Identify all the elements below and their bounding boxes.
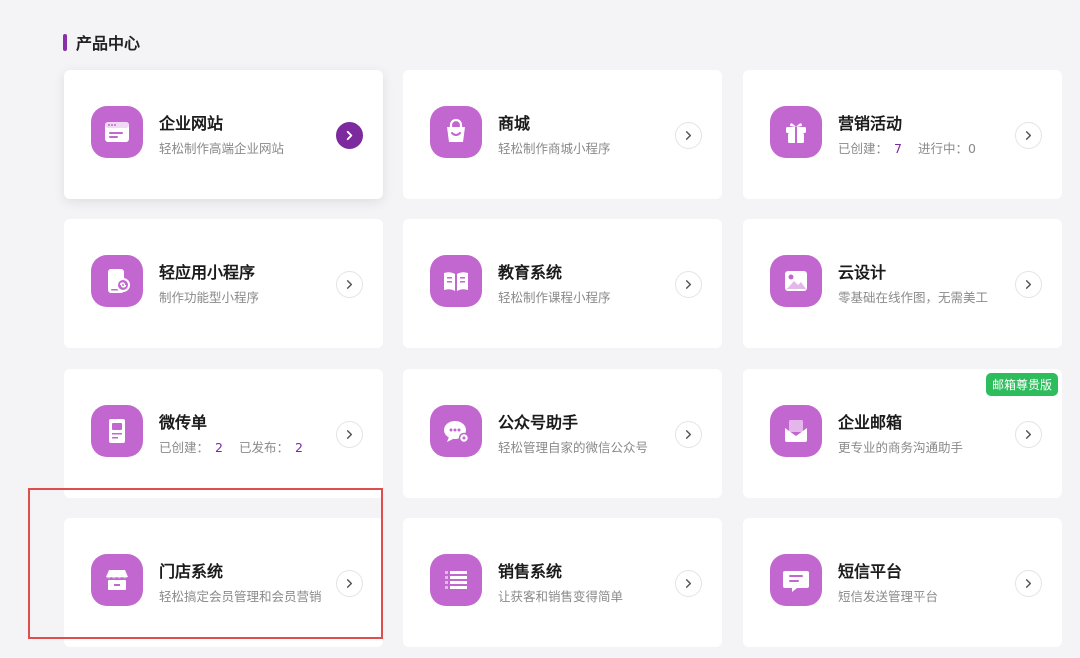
chevron-right-icon[interactable] bbox=[1015, 421, 1042, 448]
card-sms-platform[interactable]: 短信平台 短信发送管理平台 bbox=[743, 518, 1062, 647]
mini-app-icon bbox=[91, 255, 143, 307]
highlight-box bbox=[28, 488, 383, 639]
card-title: 云设计 bbox=[838, 263, 887, 282]
website-icon bbox=[91, 106, 143, 158]
card-subtitle: 更专业的商务沟通助手 bbox=[838, 440, 964, 455]
stat-value: 7 bbox=[894, 141, 902, 156]
card-title: 营销活动 bbox=[838, 114, 903, 133]
card-sales-system[interactable]: 销售系统 让获客和销售变得简单 bbox=[403, 518, 722, 647]
card-cloud-design[interactable]: 云设计 零基础在线作图，无需美工 bbox=[743, 219, 1062, 348]
stat-label: 已发布： bbox=[238, 440, 289, 455]
section-title-text: 产品中心 bbox=[76, 34, 141, 53]
chevron-right-icon[interactable] bbox=[336, 271, 363, 298]
card-title: 销售系统 bbox=[498, 562, 563, 581]
card-title: 微传单 bbox=[159, 413, 208, 432]
mail-icon bbox=[770, 405, 822, 457]
card-subtitle: 轻松制作商城小程序 bbox=[498, 141, 611, 156]
section-title-bar bbox=[63, 33, 67, 51]
stat-label: 已创建： bbox=[159, 440, 210, 455]
list-icon bbox=[430, 554, 482, 606]
card-enterprise-mail[interactable]: 邮箱尊贵版 企业邮箱 更专业的商务沟通助手 bbox=[743, 369, 1062, 498]
stat-label: 已创建： bbox=[838, 141, 889, 156]
card-title: 商城 bbox=[498, 114, 531, 133]
chevron-right-icon[interactable] bbox=[1015, 570, 1042, 597]
card-stats: 已创建： 7 进行中：0 bbox=[838, 138, 976, 157]
card-light-app[interactable]: 轻应用小程序 制作功能型小程序 bbox=[64, 219, 383, 348]
card-official-account[interactable]: 公众号助手 轻松管理自家的微信公众号 bbox=[403, 369, 722, 498]
section-title: 产品中心 bbox=[63, 30, 140, 54]
flyer-icon bbox=[91, 405, 143, 457]
wechat-icon bbox=[430, 405, 482, 457]
chevron-right-icon[interactable] bbox=[336, 122, 363, 149]
card-title: 轻应用小程序 bbox=[159, 263, 256, 282]
image-icon bbox=[770, 255, 822, 307]
card-subtitle: 让获客和销售变得简单 bbox=[498, 589, 624, 604]
card-subtitle: 零基础在线作图，无需美工 bbox=[838, 290, 989, 305]
premium-badge: 邮箱尊贵版 bbox=[985, 373, 1058, 396]
card-education[interactable]: 教育系统 轻松制作课程小程序 bbox=[403, 219, 722, 348]
chevron-right-icon[interactable] bbox=[675, 271, 702, 298]
card-subtitle: 轻松制作课程小程序 bbox=[498, 290, 611, 305]
sms-icon bbox=[770, 554, 822, 606]
card-title: 教育系统 bbox=[498, 263, 563, 282]
card-title: 短信平台 bbox=[838, 562, 903, 581]
gift-icon bbox=[770, 106, 822, 158]
card-stats: 已创建： 2 已发布： 2 bbox=[159, 437, 303, 456]
chevron-right-icon[interactable] bbox=[1015, 271, 1042, 298]
shopping-bag-icon bbox=[430, 106, 482, 158]
stat-value: 2 bbox=[294, 440, 303, 455]
card-marketing[interactable]: 营销活动 已创建： 7 进行中：0 bbox=[743, 70, 1062, 199]
card-title: 企业网站 bbox=[159, 114, 224, 133]
card-title: 公众号助手 bbox=[498, 413, 579, 432]
chevron-right-icon[interactable] bbox=[675, 122, 702, 149]
book-icon bbox=[430, 255, 482, 307]
card-subtitle: 轻松管理自家的微信公众号 bbox=[498, 440, 649, 455]
card-enterprise-website[interactable]: 企业网站 轻松制作高端企业网站 bbox=[64, 70, 383, 199]
card-title: 企业邮箱 bbox=[838, 413, 903, 432]
card-subtitle: 制作功能型小程序 bbox=[159, 290, 260, 305]
chevron-right-icon[interactable] bbox=[336, 421, 363, 448]
chevron-right-icon[interactable] bbox=[675, 421, 702, 448]
stat-value: 2 bbox=[215, 440, 223, 455]
card-subtitle: 短信发送管理平台 bbox=[838, 589, 939, 604]
chevron-right-icon[interactable] bbox=[675, 570, 702, 597]
stat-value: 0 bbox=[967, 141, 976, 156]
card-mall[interactable]: 商城 轻松制作商城小程序 bbox=[403, 70, 722, 199]
card-subtitle: 轻松制作高端企业网站 bbox=[159, 141, 285, 156]
chevron-right-icon[interactable] bbox=[1015, 122, 1042, 149]
card-micro-flyer[interactable]: 微传单 已创建： 2 已发布： 2 bbox=[64, 369, 383, 498]
stat-label: 进行中： bbox=[917, 141, 968, 156]
